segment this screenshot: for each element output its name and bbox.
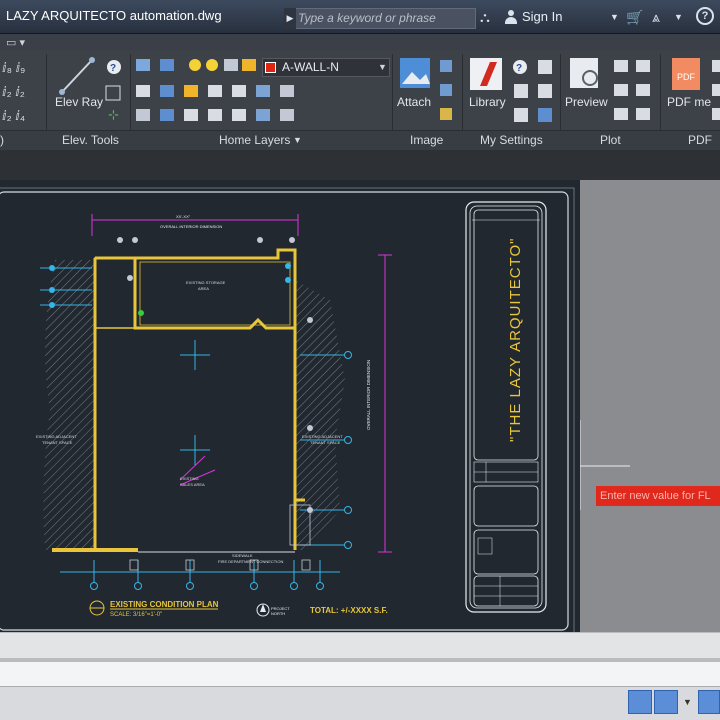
dynamic-input-tooltip[interactable]: Enter new value for FL — [596, 486, 720, 506]
panel-title-plot[interactable]: Plot — [600, 133, 621, 147]
svg-text:SIDEWALK: SIDEWALK — [232, 553, 253, 558]
floor-plan-drawing: XX'-XX" OVERALL INTERIOR DIMENSION EXIST… — [0, 187, 575, 632]
svg-text:XX'-XX": XX'-XX" — [176, 214, 191, 219]
svg-text:AREA: AREA — [198, 286, 209, 291]
svg-text:TENANT SPACE: TENANT SPACE — [42, 440, 73, 445]
svg-text:PDF: PDF — [677, 72, 696, 82]
svg-text:ⅈ₂ ⅈ₄: ⅈ₂ ⅈ₄ — [2, 108, 25, 123]
svg-text:EXISTING STORAGE: EXISTING STORAGE — [186, 280, 226, 285]
help-icon[interactable]: ? — [696, 7, 714, 25]
svg-text:?: ? — [110, 63, 116, 74]
svg-text:OVERALL INTERIOR DIMENSION: OVERALL INTERIOR DIMENSION — [160, 224, 222, 229]
search-expand-icon[interactable]: ▶ — [284, 8, 296, 29]
layer-name: A-WALL-N — [282, 60, 339, 74]
svg-text:FIRE DEPARTMENT CONNECTION: FIRE DEPARTMENT CONNECTION — [218, 559, 283, 564]
plan-scale: SCALE: 3/16"=1'-0" — [110, 612, 162, 618]
svg-text:ⅈ₂ ⅈ₂: ⅈ₂ ⅈ₂ — [2, 84, 25, 99]
svg-text:⊹: ⊹ — [108, 107, 119, 122]
svg-text:ⅈ₈ ⅈ₉: ⅈ₈ ⅈ₉ — [2, 60, 25, 75]
elev-ray-button[interactable]: Elev Ray — [55, 95, 103, 109]
chevron-down-icon[interactable]: ▼ — [293, 135, 302, 145]
svg-text:?: ? — [516, 63, 522, 74]
search-input[interactable] — [298, 10, 468, 26]
sign-in-label: Sign In — [522, 9, 563, 24]
chevron-down-icon[interactable]: ▼ — [683, 697, 692, 707]
title-bar: LAZY ARQUITECTO automation.dwg ▶ ⛬ Sign … — [0, 0, 720, 34]
pdf-me-button[interactable]: PDF me — [667, 95, 711, 109]
library-button[interactable]: Library — [469, 95, 506, 109]
quick-access-menu-icon[interactable]: ▭ ▾ — [6, 36, 25, 49]
panel-title-image[interactable]: Image — [410, 133, 443, 147]
layer-color-swatch — [265, 62, 276, 73]
sign-in-button[interactable]: Sign In — [504, 9, 562, 24]
user-icon — [504, 9, 518, 24]
svg-text:NORTH: NORTH — [271, 611, 285, 616]
chevron-down-icon[interactable]: ▼ — [378, 62, 387, 72]
status-bar: ▼ — [0, 686, 720, 720]
panel-title-home-layers[interactable]: Home Layers — [219, 133, 290, 147]
file-tab-strip — [0, 150, 720, 180]
window-title: LAZY ARQUITECTO automation.dwg — [6, 8, 222, 23]
svg-text:EXISTING ADJACENT: EXISTING ADJACENT — [36, 434, 77, 439]
autodesk-icon[interactable]: ⩓ — [652, 9, 660, 25]
cart-icon[interactable]: 🛒 — [626, 9, 643, 25]
panel-title-pdf[interactable]: PDF — [688, 133, 712, 147]
preview-button[interactable]: Preview — [565, 95, 608, 109]
chevron-down-icon[interactable]: ▼ — [674, 9, 683, 25]
panel-title-elev-tools[interactable]: Elev. Tools — [62, 133, 119, 147]
chevron-down-icon[interactable]: ▼ — [610, 9, 619, 25]
svg-text:OVERALL INTERIOR DIMENSION: OVERALL INTERIOR DIMENSION — [366, 360, 371, 430]
command-history — [0, 632, 720, 658]
svg-text:EXISTING ADJACENT: EXISTING ADJACENT — [302, 434, 343, 439]
svg-text:EXISTING: EXISTING — [180, 476, 199, 481]
drawing-background-area[interactable] — [580, 180, 720, 632]
model-space-icon[interactable] — [628, 690, 652, 714]
binoculars-icon[interactable]: ⛬ — [480, 9, 490, 25]
total-area-label: TOTAL: +/-XXXX S.F. — [310, 606, 388, 615]
quick-access-bar: ▭ ▾ — [0, 34, 720, 50]
attach-button[interactable]: Attach — [397, 95, 431, 109]
svg-text:TENANT SPACE: TENANT SPACE — [310, 440, 341, 445]
svg-text:SALES AREA: SALES AREA — [180, 482, 205, 487]
viewport-icon[interactable] — [654, 690, 678, 714]
crosshair-cursor-icon — [580, 420, 630, 510]
panel-title-my-settings[interactable]: My Settings — [480, 133, 543, 147]
paper-space-icon[interactable] — [698, 690, 720, 714]
command-input[interactable] — [0, 662, 720, 686]
ribbon-panel-titles: ) Elev. Tools Home Layers ▼ Image My Set… — [0, 130, 720, 150]
title-block-name: "THE LAZY ARQUITECTO" — [507, 238, 524, 442]
drawing-canvas[interactable]: XX'-XX" OVERALL INTERIOR DIMENSION EXIST… — [0, 180, 580, 632]
plan-title: EXISTING CONDITION PLAN — [110, 600, 219, 609]
